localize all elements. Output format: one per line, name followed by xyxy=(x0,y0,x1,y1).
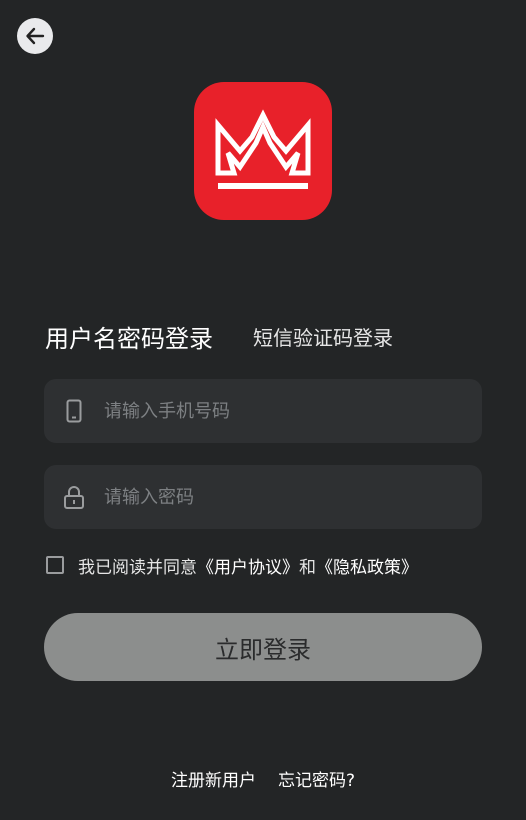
agreement-checkbox[interactable] xyxy=(46,556,64,574)
tab-sms-login[interactable]: 短信验证码登录 xyxy=(253,322,393,351)
crown-icon xyxy=(215,109,311,189)
user-agreement-link[interactable]: 《用户协议》 xyxy=(197,553,299,578)
lock-icon xyxy=(44,465,104,529)
password-field[interactable] xyxy=(44,465,482,529)
agreement-conjunction: 和 xyxy=(299,557,316,578)
agreement-row: 我已阅读并同意 《用户协议》和《隐私政策》 xyxy=(46,552,418,578)
tab-password-login[interactable]: 用户名密码登录 xyxy=(45,319,213,354)
forgot-password-link[interactable]: 忘记密码? xyxy=(278,766,355,791)
app-logo xyxy=(194,82,332,220)
arrow-left-icon xyxy=(26,27,45,45)
phone-icon xyxy=(44,379,104,443)
back-button[interactable] xyxy=(17,18,53,54)
register-link[interactable]: 注册新用户 xyxy=(171,766,256,791)
login-tabs: 用户名密码登录 短信验证码登录 xyxy=(45,316,393,356)
footer-links: 注册新用户 忘记密码? xyxy=(0,766,526,791)
login-button[interactable]: 立即登录 xyxy=(44,613,482,681)
privacy-policy-link[interactable]: 《隐私政策》 xyxy=(316,553,418,578)
phone-field[interactable] xyxy=(44,379,482,443)
phone-input[interactable] xyxy=(104,379,482,443)
agreement-prefix: 我已阅读并同意 xyxy=(78,557,197,578)
password-input[interactable] xyxy=(104,465,482,529)
